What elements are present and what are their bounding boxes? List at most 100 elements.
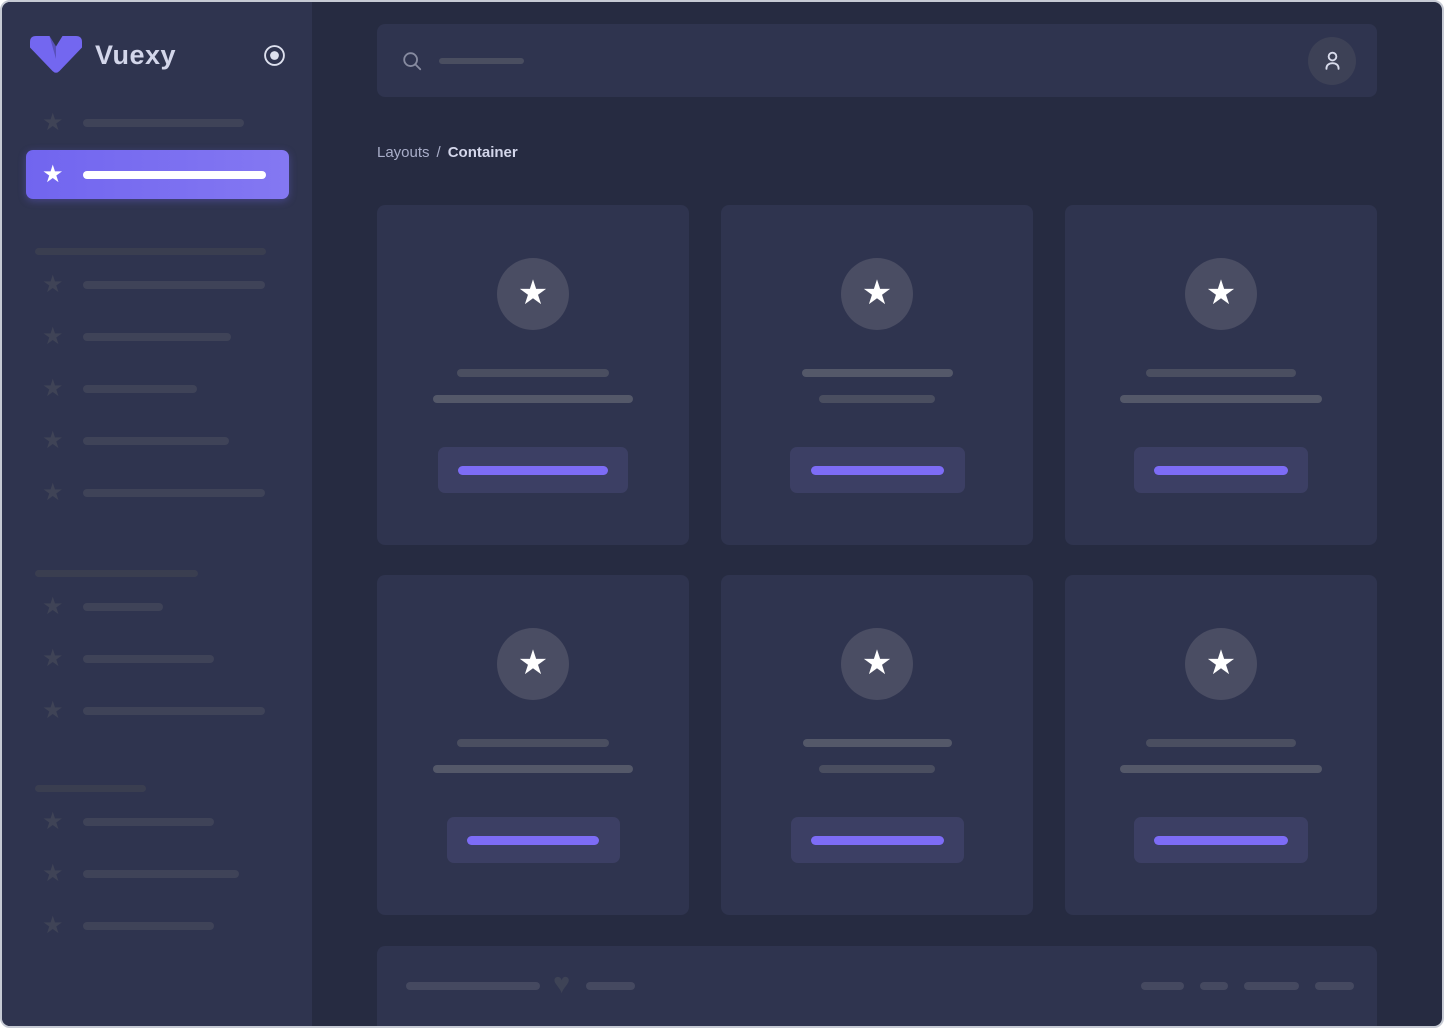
breadcrumb-section[interactable]: Layouts [377,144,430,161]
card: ★ [1065,205,1377,545]
text-placeholder [1120,765,1322,773]
card-button[interactable] [790,817,964,863]
main-area: Layouts / Container ★ ★ ★ ★ ★ ★ ♥ [312,2,1442,1026]
menu-label-placeholder [83,437,229,445]
star-icon: ★ [42,645,64,672]
sidebar: Vuexy ★ ★ ★ ★ ★ ★ ★ ★ ★ ★ ★ ★ ★ [2,2,312,1026]
sidebar-item[interactable]: ★ [2,904,312,948]
menu-label-placeholder [83,333,231,341]
vuexy-logo-icon [30,36,82,74]
star-badge: ★ [841,258,913,330]
star-badge: ★ [497,628,569,700]
star-badge: ★ [1185,628,1257,700]
star-icon: ★ [1205,644,1237,682]
menu-label-placeholder [83,922,214,930]
sidebar-item[interactable]: ★ [2,367,312,411]
text-placeholder [433,395,633,403]
sidebar-item[interactable]: ★ [2,852,312,896]
star-icon: ★ [42,109,64,136]
text-placeholder [802,739,952,747]
sidebar-item[interactable]: ★ [2,689,312,733]
brand-name: Vuexy [95,39,177,70]
text-placeholder [1120,395,1322,403]
text-placeholder [819,395,935,403]
star-badge: ★ [1185,258,1257,330]
sidebar-item[interactable]: ★ [2,101,312,145]
sidebar-item[interactable]: ★ [2,315,312,359]
footer-link-placeholder [1315,982,1354,990]
section-header-placeholder [35,248,266,255]
heart-icon: ♥ [553,967,571,1000]
star-badge: ★ [497,258,569,330]
search-icon [401,50,423,72]
text-placeholder [457,369,609,377]
menu-label-placeholder [83,603,163,611]
sidebar-section: ★ ★ ★ [2,570,312,733]
sidebar-item[interactable]: ★ [2,637,312,681]
card: ★ [1065,575,1377,915]
footer-link-placeholder [1200,982,1228,990]
menu-pin-toggle-icon[interactable] [263,44,286,67]
menu-label-placeholder [83,707,265,715]
card: ★ [377,205,689,545]
sidebar-item[interactable]: ★ [2,800,312,844]
menu-label-placeholder [83,489,265,497]
sidebar-item[interactable]: ★ [2,471,312,515]
button-label-placeholder [810,835,944,845]
star-icon: ★ [42,271,64,298]
star-icon: ★ [42,479,64,506]
search-bar[interactable] [377,24,1377,97]
card: ★ [721,575,1033,915]
menu-label-placeholder [83,655,214,663]
star-icon: ★ [861,274,893,312]
footer-link-placeholder [1244,982,1299,990]
card-button[interactable] [438,447,628,493]
sidebar-item[interactable]: ★ [2,585,312,629]
user-avatar[interactable] [1308,36,1356,85]
star-icon: ★ [42,912,64,939]
footer-link-placeholder [1141,982,1184,990]
star-icon: ★ [517,274,549,312]
menu-label-placeholder [83,170,266,179]
card-button[interactable] [789,447,965,493]
star-icon: ★ [42,697,64,724]
menu-label-placeholder [83,281,265,289]
sidebar-item[interactable]: ★ [2,419,312,463]
footer-links [1141,982,1354,990]
star-icon: ★ [42,160,64,188]
breadcrumb-separator: / [436,144,441,161]
sidebar-item[interactable]: ★ [2,263,312,307]
star-icon: ★ [861,644,893,682]
sidebar-item-active[interactable]: ★ [26,150,289,199]
section-header-placeholder [35,570,198,577]
sidebar-section: ★ ★ ★ [2,785,312,948]
star-icon: ★ [42,593,64,620]
footer-text-placeholder [586,982,636,990]
user-icon [1320,48,1345,73]
footer: ♥ [377,946,1377,1026]
sidebar-section: ★ ★ ★ ★ ★ [2,248,312,515]
button-label-placeholder [1154,835,1288,845]
card: ★ [721,205,1033,545]
card-button[interactable] [1134,447,1308,493]
breadcrumb: Layouts / Container [377,144,1377,161]
button-label-placeholder [467,835,599,845]
text-placeholder [819,765,935,773]
search-placeholder [439,57,524,64]
brand: Vuexy [2,2,312,74]
breadcrumb-current-page: Container [447,144,518,161]
star-badge: ★ [841,628,913,700]
button-label-placeholder [458,465,608,475]
star-icon: ★ [517,644,549,682]
star-icon: ★ [42,860,64,887]
footer-text-placeholder [406,982,540,990]
card-grid: ★ ★ ★ ★ ★ ★ [377,205,1377,915]
star-icon: ★ [42,808,64,835]
button-label-placeholder [810,465,944,475]
card-button[interactable] [446,817,620,863]
card-button[interactable] [1134,817,1308,863]
star-icon: ★ [42,427,64,454]
text-placeholder [457,739,609,747]
text-placeholder [433,765,633,773]
menu-label-placeholder [83,119,244,127]
